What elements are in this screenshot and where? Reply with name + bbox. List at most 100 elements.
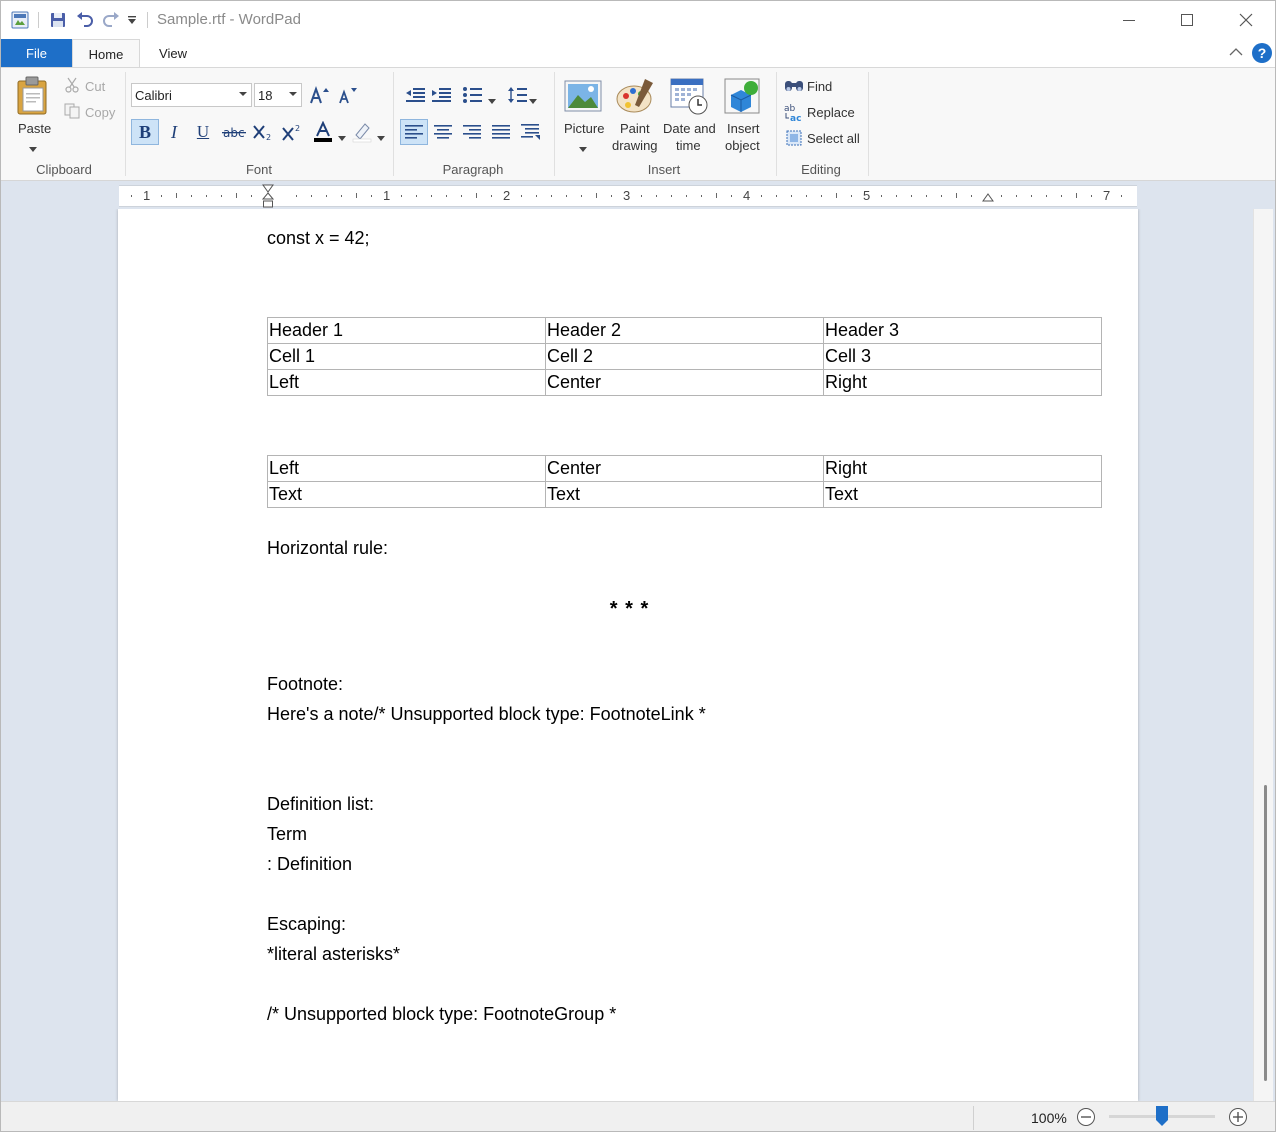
strikethrough-icon[interactable]: abc <box>220 119 248 145</box>
find-icon[interactable] <box>784 77 804 95</box>
grow-font-icon[interactable] <box>308 84 332 106</box>
zoom-in-button[interactable] <box>1228 1107 1248 1130</box>
tab-home[interactable]: Home <box>72 39 140 68</box>
minimize-button[interactable] <box>1100 1 1158 39</box>
table-cell[interactable]: Left <box>267 369 546 396</box>
app-icon[interactable] <box>9 9 31 31</box>
table-cell[interactable]: Right <box>823 369 1102 396</box>
undo-icon[interactable] <box>74 9 96 31</box>
bold-button[interactable]: B <box>131 119 159 145</box>
ruler-number: 1 <box>143 188 151 203</box>
highlight-dropdown-icon[interactable] <box>377 130 385 144</box>
table-cell[interactable]: Cell 3 <box>823 343 1102 370</box>
table-cell[interactable]: Right <box>823 455 1102 482</box>
paste-icon[interactable] <box>11 74 55 118</box>
table-cell[interactable]: Text <box>267 481 546 508</box>
paragraph-group-label: Paragraph <box>442 162 504 177</box>
underline-button[interactable]: U <box>191 119 215 145</box>
cut-button[interactable]: Cut <box>85 79 105 94</box>
close-button[interactable] <box>1217 1 1275 39</box>
right-indent-marker[interactable] <box>982 192 994 206</box>
shrink-font-icon[interactable] <box>336 84 360 106</box>
paint-drawing-icon[interactable] <box>614 76 656 116</box>
table-cell[interactable]: Text <box>545 481 824 508</box>
select-all-icon[interactable] <box>785 129 803 147</box>
zoom-out-button[interactable] <box>1076 1107 1096 1130</box>
find-button[interactable]: Find <box>807 79 832 94</box>
svg-text:ab: ab <box>784 104 796 114</box>
justify-icon[interactable] <box>488 119 514 145</box>
table-row: Left Center Right <box>267 369 1102 396</box>
insert-object-label-1[interactable]: Insert <box>727 121 760 136</box>
paint-drawing-label-1[interactable]: Paint <box>620 121 650 136</box>
align-center-icon[interactable] <box>430 119 456 145</box>
increase-indent-icon[interactable] <box>429 84 453 106</box>
maximize-button[interactable] <box>1158 1 1216 39</box>
font-color-icon[interactable] <box>310 119 336 145</box>
replace-button[interactable]: Replace <box>807 105 855 120</box>
ruler-number: 5 <box>863 188 871 203</box>
picture-button[interactable]: Picture <box>564 121 604 136</box>
table-cell[interactable]: Text <box>823 481 1102 508</box>
decrease-indent-icon[interactable] <box>403 84 427 106</box>
paste-button[interactable]: Paste <box>18 121 51 136</box>
ruler[interactable]: 1 1 2 3 4 5 7 <box>119 184 1137 208</box>
bullet-list-icon[interactable] <box>459 84 485 106</box>
insert-object-icon[interactable] <box>722 76 764 116</box>
zoom-slider-thumb[interactable] <box>1156 1106 1168 1126</box>
vertical-scrollbar[interactable] <box>1253 209 1273 1101</box>
status-bar: 100% <box>1 1101 1275 1131</box>
document-page[interactable]: const x = 42; Header 1 Header 2 Header 3… <box>118 209 1138 1101</box>
save-icon[interactable] <box>47 9 69 31</box>
copy-icon[interactable] <box>63 102 81 120</box>
customize-quick-access-icon[interactable] <box>125 9 139 31</box>
table-cell[interactable]: Cell 1 <box>267 343 546 370</box>
paint-drawing-label-2[interactable]: drawing <box>612 138 658 153</box>
tab-file[interactable]: File <box>1 39 72 67</box>
paste-dropdown-icon[interactable] <box>29 141 37 155</box>
picture-icon[interactable] <box>563 78 603 114</box>
font-family-select[interactable]: Calibri <box>131 83 252 107</box>
table-cell[interactable]: Header 1 <box>267 317 546 344</box>
ruler-number: 2 <box>503 188 511 203</box>
table-cell[interactable]: Header 2 <box>545 317 824 344</box>
subscript-icon[interactable]: 2 <box>251 119 277 145</box>
collapse-ribbon-icon[interactable] <box>1229 46 1243 60</box>
definition-term: Term <box>267 824 307 844</box>
line-spacing-icon[interactable] <box>505 84 529 106</box>
help-icon[interactable]: ? <box>1252 43 1272 63</box>
date-time-label-2[interactable]: time <box>676 138 701 153</box>
insert-object-label-2[interactable]: object <box>725 138 760 153</box>
picture-dropdown-icon[interactable] <box>579 141 587 155</box>
ruler-number: 7 <box>1103 188 1111 203</box>
escaping-text: *literal asterisks* <box>267 944 401 964</box>
highlight-color-icon[interactable] <box>349 119 375 145</box>
superscript-icon[interactable]: 2 <box>280 119 306 145</box>
paragraph-settings-icon[interactable] <box>518 119 544 145</box>
table-cell[interactable]: Left <box>267 455 546 482</box>
vertical-scrollbar-thumb[interactable] <box>1264 785 1267 1081</box>
redo-icon[interactable] <box>100 9 122 31</box>
copy-button[interactable]: Copy <box>85 105 115 120</box>
bullet-list-dropdown-icon[interactable] <box>488 93 496 107</box>
table-cell[interactable]: Center <box>545 369 824 396</box>
font-size-select[interactable]: 18 <box>254 83 302 107</box>
ribbon: Paste Cut Copy Clipboard Calibri 18 B I … <box>1 67 1275 181</box>
font-color-dropdown-icon[interactable] <box>338 130 346 144</box>
line-spacing-dropdown-icon[interactable] <box>529 93 537 107</box>
table-cell[interactable]: Header 3 <box>823 317 1102 344</box>
table-cell[interactable]: Cell 2 <box>545 343 824 370</box>
table-row: Text Text Text <box>267 481 1102 508</box>
italic-button[interactable]: I <box>162 119 186 145</box>
tab-view[interactable]: View <box>140 39 206 68</box>
replace-icon[interactable]: ab ac <box>784 102 804 122</box>
align-right-icon[interactable] <box>459 119 485 145</box>
ribbon-tabs: File Home View ? <box>1 39 1275 68</box>
table-cell[interactable]: Center <box>545 455 824 482</box>
date-time-label-1[interactable]: Date and <box>663 121 716 136</box>
align-left-icon[interactable] <box>400 119 428 145</box>
table-row: Left Center Right <box>267 455 1102 482</box>
date-time-icon[interactable] <box>668 76 710 116</box>
select-all-button[interactable]: Select all <box>807 131 860 146</box>
cut-icon[interactable] <box>63 76 81 94</box>
